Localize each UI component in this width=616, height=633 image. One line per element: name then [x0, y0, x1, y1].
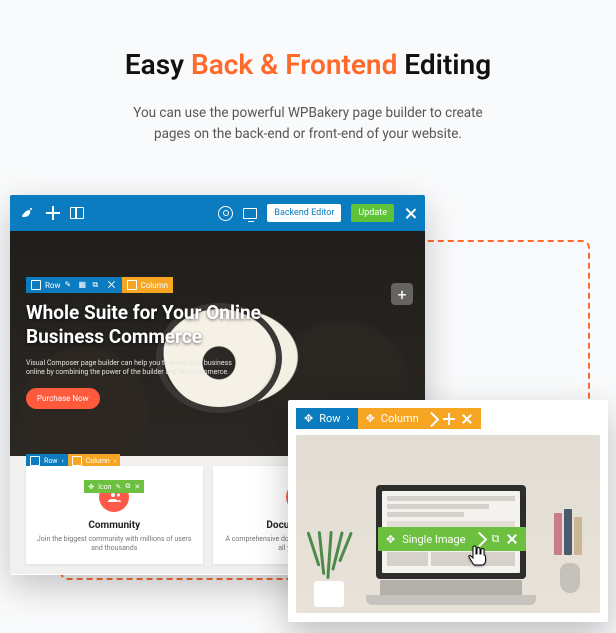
- element-controls-bar[interactable]: ✥ Icon ✎⧉ ✕: [84, 480, 144, 493]
- si-delete-icon[interactable]: [506, 533, 518, 545]
- title-post: Editing: [397, 48, 491, 81]
- row-copy-icon[interactable]: ⧉: [93, 280, 103, 290]
- el-pencil-icon[interactable]: ✎: [116, 483, 122, 491]
- responsive-preview-icon[interactable]: [243, 208, 257, 219]
- column-tag[interactable]: Column: [122, 277, 174, 293]
- mouse-decor: [560, 563, 580, 593]
- books-decor: [554, 507, 588, 555]
- si-copy-icon[interactable]: ⧉: [492, 532, 500, 546]
- card-title: Community: [36, 520, 193, 531]
- row-delete-icon[interactable]: [107, 280, 117, 290]
- subtitle-line-2: pages on the back-end or front-end of yo…: [154, 126, 462, 142]
- cards-row-label: Row: [44, 457, 58, 465]
- purchase-button[interactable]: Purchase Now: [26, 388, 100, 409]
- sc-col-add-icon[interactable]: [443, 413, 455, 425]
- layout-icon[interactable]: [70, 207, 84, 219]
- desk-image: ✥ Single Image ⧉: [296, 435, 600, 613]
- move-icon[interactable]: [31, 280, 41, 290]
- cards-col-label: Column: [86, 457, 110, 465]
- hero-heading-l1: Whole Suite for Your Online: [26, 301, 261, 324]
- row-layout-icon[interactable]: ▦: [79, 280, 89, 290]
- si-move-icon[interactable]: ✥: [386, 533, 395, 546]
- cards-row-move-icon[interactable]: [30, 456, 40, 466]
- hero-paragraph: Visual Composer page builder can help yo…: [26, 359, 236, 379]
- si-label: Single Image: [402, 533, 465, 546]
- row-tag[interactable]: Row ✎ ▦ ⧉: [26, 277, 122, 293]
- editor-topbar: Backend Editor Update: [10, 195, 425, 231]
- hero-heading-l2: Business Commerce: [26, 325, 202, 348]
- row-pencil-icon[interactable]: ✎: [65, 280, 75, 290]
- sc-controls: ✥ Row › ✥ Column: [296, 408, 600, 429]
- page-title: Easy Back & Frontend Editing: [0, 48, 616, 81]
- row-label: Row: [45, 281, 61, 290]
- plant-decor: [306, 531, 352, 607]
- sc-row-tag[interactable]: ✥ Row ›: [296, 408, 358, 429]
- card-desc: Join the biggest community with millions…: [36, 535, 193, 554]
- el-label: Icon: [98, 483, 111, 491]
- column-editor-preview: ✥ Row › ✥ Column: [288, 400, 608, 622]
- feature-card-community: ✥ Icon ✎⧉ ✕ Community Join the biggest comm…: [26, 466, 203, 564]
- column-move-icon[interactable]: [127, 280, 137, 290]
- el-delete-icon[interactable]: ✕: [134, 483, 140, 491]
- add-element-icon[interactable]: [46, 206, 60, 220]
- wpbakery-logo-icon[interactable]: [18, 204, 36, 222]
- sc-col-pencil-icon[interactable]: [425, 413, 437, 425]
- sc-col-delete-icon[interactable]: [461, 413, 473, 425]
- sc-row-label: Row: [319, 412, 340, 425]
- el-move-icon[interactable]: ✥: [88, 483, 94, 491]
- sc-column-tag[interactable]: ✥ Column: [358, 408, 481, 429]
- sc-row-move-icon[interactable]: ✥: [304, 412, 313, 425]
- hero-heading: Whole Suite for Your Online Business Com…: [26, 301, 409, 349]
- page-subtitle: You can use the powerful WPBakery page b…: [0, 103, 616, 145]
- row-controls: Row ✎ ▦ ⧉ Column: [26, 277, 173, 293]
- backend-editor-button[interactable]: Backend Editor: [267, 204, 341, 222]
- el-copy-icon[interactable]: ⧉: [125, 482, 130, 491]
- title-pre: Easy: [125, 48, 191, 81]
- single-image-controls[interactable]: ✥ Single Image ⧉: [378, 527, 526, 551]
- sc-col-label: Column: [381, 412, 419, 425]
- update-button[interactable]: Update: [351, 204, 394, 222]
- close-editor-icon[interactable]: [404, 207, 417, 220]
- cursor-hand-icon: [466, 543, 490, 567]
- settings-icon[interactable]: [218, 206, 233, 221]
- sc-row-chevron-icon[interactable]: ›: [347, 413, 350, 424]
- sc-col-move-icon[interactable]: ✥: [366, 412, 375, 425]
- column-label: Column: [141, 281, 169, 290]
- subtitle-line-1: You can use the powerful WPBakery page b…: [133, 105, 482, 121]
- cards-col-move-icon[interactable]: [72, 456, 82, 466]
- title-accent: Back & Frontend: [191, 48, 397, 81]
